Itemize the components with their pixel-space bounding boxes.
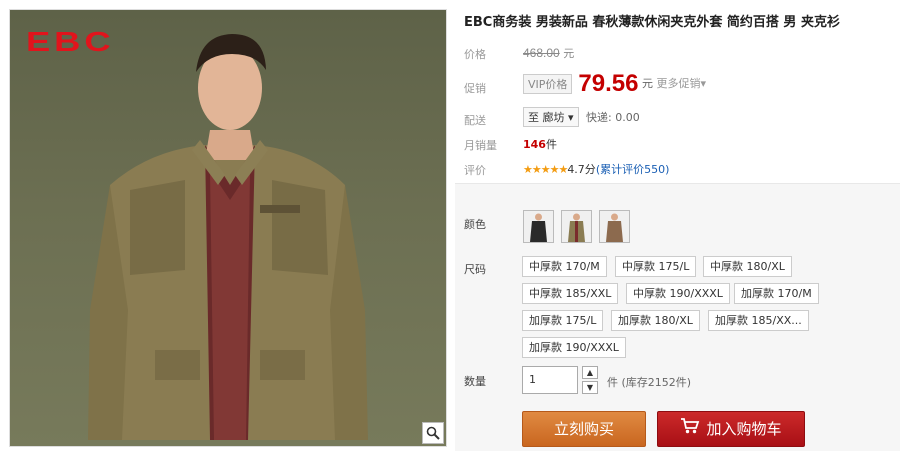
size-option[interactable]: 加厚款 180/XL	[611, 310, 700, 331]
color-label: 颜色	[464, 218, 486, 231]
delivery-row: 至 廊坊 ▾ 快递: 0.00	[523, 107, 640, 127]
size-option[interactable]: 中厚款 180/XL	[703, 256, 792, 277]
promo-price: 79.56	[578, 70, 639, 97]
product-image[interactable]: EBC	[9, 9, 447, 447]
price-currency: 元	[563, 47, 575, 60]
shipping-fee: 快递: 0.00	[586, 111, 640, 124]
color-swatch-black[interactable]	[523, 210, 554, 243]
size-option[interactable]: 中厚款 190/XXXL	[626, 283, 730, 304]
vip-badge: VIP价格	[523, 74, 573, 94]
size-label: 尺码	[464, 263, 486, 276]
size-option[interactable]: 加厚款 190/XXXL	[522, 337, 626, 358]
delivery-location-select[interactable]: 至 廊坊 ▾	[523, 107, 579, 127]
rating-label: 评价	[464, 164, 486, 177]
size-option[interactable]: 加厚款 175/L	[522, 310, 604, 331]
promo-label: 促销	[464, 82, 486, 95]
size-option[interactable]: 中厚款 170/M	[522, 256, 607, 277]
original-price: 468.00	[523, 46, 560, 60]
sales-row: 146件	[523, 136, 557, 152]
delivery-label: 配送	[464, 114, 486, 127]
color-swatch-khaki[interactable]	[561, 210, 592, 243]
buy-now-button[interactable]: 立刻购买	[522, 411, 646, 447]
model-illustration	[88, 34, 368, 440]
rating-row: ★★★★★4.7分(累计评价550)	[523, 161, 669, 177]
sales-label: 月销量	[464, 139, 497, 152]
brand-logo: EBC	[26, 26, 115, 57]
more-promotions-link[interactable]: 更多促销▾	[656, 77, 706, 90]
rating-stars-icon: ★★★★★	[523, 163, 568, 176]
zoom-icon[interactable]	[422, 422, 444, 444]
size-option[interactable]: 加厚款 185/XX...	[708, 310, 809, 331]
quantity-label: 数量	[464, 375, 486, 388]
price-label: 价格	[464, 48, 486, 61]
size-option[interactable]: 中厚款 185/XXL	[522, 283, 619, 304]
quantity-increment-button[interactable]: ▲	[582, 366, 598, 379]
quantity-decrement-button[interactable]: ▼	[582, 381, 598, 394]
quantity-unit: 件	[607, 376, 618, 389]
color-swatch-brown[interactable]	[599, 210, 630, 243]
quantity-input[interactable]: 1	[522, 366, 578, 394]
cart-icon	[680, 413, 700, 447]
original-price-row: 468.00 元	[523, 45, 574, 61]
buy-now-label: 立刻购买	[553, 420, 614, 438]
stock-count: (库存2152件)	[621, 376, 692, 389]
promo-currency: 元	[641, 77, 653, 90]
review-count-link[interactable]: (累计评价550)	[596, 163, 670, 176]
size-option[interactable]: 加厚款 170/M	[734, 283, 819, 304]
add-to-cart-button[interactable]: 加入购物车	[657, 411, 805, 447]
stock-info: 件 (库存2152件)	[607, 374, 691, 390]
add-to-cart-label: 加入购物车	[706, 420, 782, 438]
promo-row: VIP价格 79.56 元 更多促销▾	[523, 70, 706, 98]
product-title: EBC商务装 男装新品 春秋薄款休闲夹克外套 简约百搭 男 夹克衫	[464, 15, 840, 30]
sales-unit: 件	[545, 138, 557, 151]
more-promotions-label: 更多促销	[656, 77, 701, 90]
rating-score: 4.7分	[567, 163, 596, 176]
purchase-options-panel: 颜色 尺码 中厚款 170/M 中厚款 175/L 中厚款 180/XL 中厚款…	[455, 183, 900, 451]
sales-count: 146	[523, 138, 546, 151]
delivery-location: 至 廊坊	[528, 111, 565, 124]
size-option[interactable]: 中厚款 175/L	[615, 256, 697, 277]
